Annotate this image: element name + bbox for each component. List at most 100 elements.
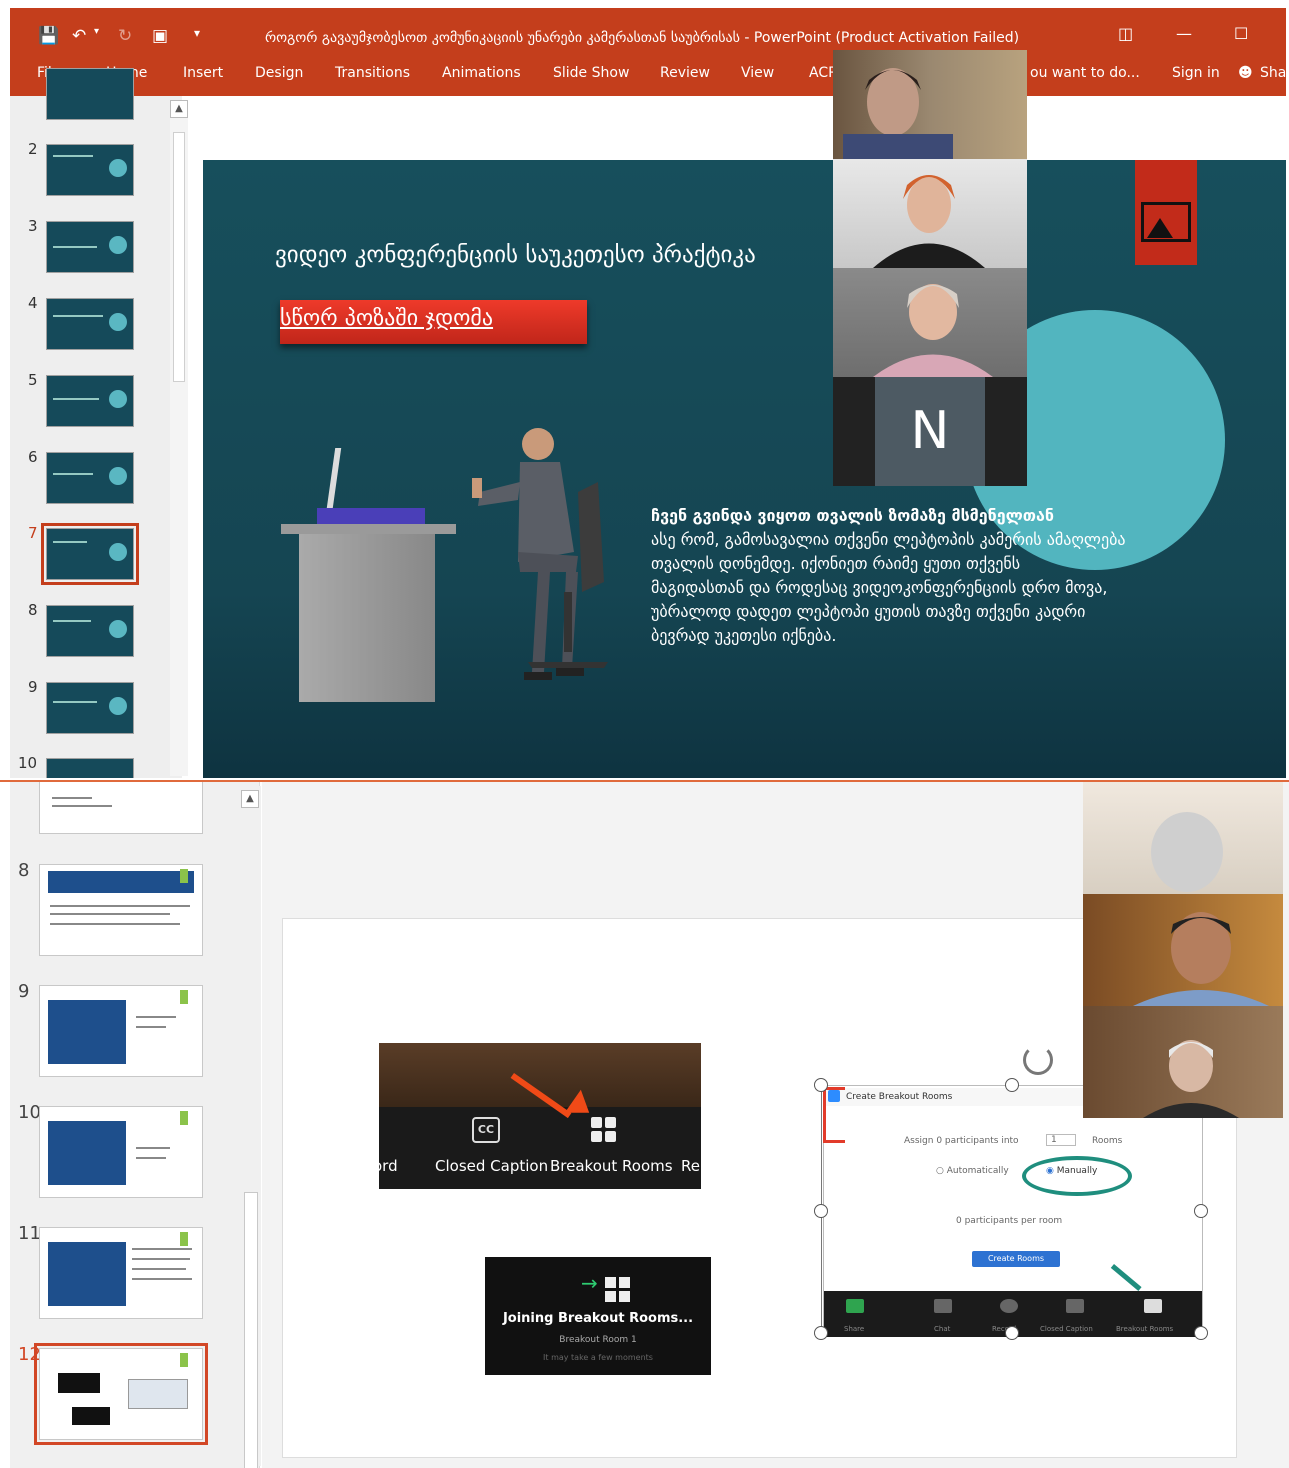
resize-handle[interactable] <box>814 1078 828 1092</box>
body-line: ასე რომ, გამოსავალია თქვენი ლეპტოპის კამ… <box>651 530 1126 549</box>
slide-thumbnail-5[interactable] <box>46 375 134 427</box>
slide-thumbnail-9[interactable] <box>46 682 134 734</box>
participant-video[interactable] <box>1083 1006 1283 1118</box>
toolbar-item: Chat <box>934 1325 951 1333</box>
desk-top <box>281 524 456 534</box>
sign-in-link[interactable]: Sign in <box>1172 65 1220 81</box>
rooms-label: Rooms <box>1092 1136 1123 1146</box>
participant-video[interactable] <box>833 50 1027 159</box>
thumbnail-scrollbar[interactable]: ▲ <box>241 786 261 1468</box>
tab-animations[interactable]: Animations <box>442 65 521 81</box>
toolbar-label: Re <box>681 1157 700 1175</box>
slide-number: 10 <box>18 1102 41 1123</box>
slide-thumbnail-11[interactable] <box>39 1227 203 1319</box>
tab-transitions[interactable]: Transitions <box>335 65 410 81</box>
share-icon <box>846 1299 864 1313</box>
desk-cabinet <box>299 534 435 702</box>
resize-handle[interactable] <box>1005 1326 1019 1340</box>
scrollbar-thumb[interactable] <box>244 1192 258 1468</box>
participant-video[interactable] <box>833 268 1027 377</box>
tell-me-box[interactable]: ou want to do... <box>1030 65 1140 81</box>
participant-avatar <box>873 175 985 268</box>
resize-handle[interactable] <box>1005 1078 1019 1092</box>
body-line: უბრალოდ დადეთ ლეპტოპი ყუთის თავზე თქვენი… <box>651 602 1086 621</box>
slide-number: 4 <box>28 294 38 312</box>
tab-slide-show[interactable]: Slide Show <box>553 65 629 81</box>
participant-avatar <box>873 284 993 377</box>
toolbar-label: ord <box>379 1157 398 1175</box>
slide-thumbnail-2[interactable] <box>46 144 134 196</box>
undo-icon[interactable]: ↶ <box>72 26 86 46</box>
resize-handle[interactable] <box>1194 1326 1208 1340</box>
save-icon[interactable]: 💾 <box>38 26 59 46</box>
tab-insert[interactable]: Insert <box>183 65 223 81</box>
minimize-icon[interactable]: — <box>1176 24 1192 43</box>
scrollbar-thumb[interactable] <box>173 132 185 382</box>
slide-thumbnail-8[interactable] <box>46 605 134 657</box>
title-bar: 💾 ↶ ▾ ↻ ▣ ▾ როგორ გავაუმჯობესოთ კომუნიკა… <box>10 8 1286 96</box>
slide-thumbnail-pane: 2 3 4 5 6 7 8 9 10 ▲ <box>10 68 188 778</box>
redo-icon[interactable]: ↻ <box>118 26 132 46</box>
chat-icon <box>934 1299 952 1313</box>
slide-thumbnail-3[interactable] <box>46 221 134 273</box>
slide-subtitle-banner: სწორ პოზაში ჯდომა <box>280 300 587 344</box>
slide-thumbnail-4[interactable] <box>46 298 134 350</box>
participant-avatar <box>1133 912 1269 1006</box>
maximize-icon[interactable]: ☐ <box>1234 24 1248 43</box>
resize-handle[interactable] <box>1194 1204 1208 1218</box>
slide-thumbnail-10[interactable] <box>46 758 134 778</box>
video-participants-bottom <box>1083 782 1283 1118</box>
slide-number-selected: 12 <box>18 1344 41 1365</box>
auto-label: Automatically <box>946 1166 1009 1176</box>
scroll-up-icon[interactable]: ▲ <box>241 790 259 808</box>
slide-thumbnail-6[interactable] <box>46 452 134 504</box>
participant-video-initial[interactable]: N <box>833 377 1027 486</box>
scroll-up-icon[interactable]: ▲ <box>170 100 188 118</box>
slide-number: 8 <box>18 860 30 881</box>
toolbar-item: Share <box>844 1325 865 1333</box>
thumbnail-scrollbar[interactable]: ▲ <box>170 100 188 776</box>
tab-view[interactable]: View <box>741 65 774 81</box>
joining-breakout-image[interactable]: → Joining Breakout Rooms... Breakout Roo… <box>485 1257 711 1375</box>
undo-dropdown-icon[interactable]: ▾ <box>94 26 99 37</box>
tab-review[interactable]: Review <box>660 65 710 81</box>
slide-thumbnail[interactable] <box>39 782 203 834</box>
ribbon-display-icon[interactable]: ◫ <box>1118 24 1133 43</box>
toolbar-label: Breakout Rooms <box>550 1157 673 1175</box>
tab-design[interactable]: Design <box>255 65 303 81</box>
slide-thumbnail-7[interactable] <box>41 523 139 585</box>
toolbar-label: Closed Caption <box>435 1157 549 1175</box>
slide-thumbnail[interactable] <box>46 68 134 120</box>
create-breakout-dialog-image[interactable]: Create Breakout Rooms Assign 0 participa… <box>823 1085 1203 1337</box>
participant-video[interactable] <box>1083 894 1283 1006</box>
slide-body-text: ჩვენ გვინდა ვიყოთ თვალის ზომაზე მსმენელთ… <box>651 504 1251 648</box>
slide-7-canvas[interactable]: ვიდეო კონფერენციის საუკეთესო პრაქტიკა სწ… <box>203 160 1286 778</box>
person-icon[interactable]: ☻ <box>1238 65 1253 81</box>
participant-initial: N <box>875 377 985 486</box>
slide-thumbnail-9[interactable] <box>39 985 203 1077</box>
customize-qat-icon[interactable]: ▾ <box>194 26 200 40</box>
slide-number: 2 <box>28 140 38 158</box>
slide-number: 9 <box>18 981 30 1002</box>
zoom-toolbar-image[interactable]: CC ord Closed Caption Breakout Rooms Re <box>379 1043 701 1189</box>
slide-thumbnail-12[interactable] <box>34 1343 208 1445</box>
slide-number: 10 <box>18 754 38 772</box>
record-icon <box>1000 1299 1018 1313</box>
body-line: თვალის დონემდე. იქონიეთ რაიმე ყუთი თქვენ… <box>651 554 1021 573</box>
body-line: ბევრად უკეთესი იქნება. <box>651 626 837 645</box>
resize-handle[interactable] <box>814 1204 828 1218</box>
video-participants-top: N <box>833 50 1027 487</box>
slide-number: 11 <box>18 1223 41 1244</box>
participant-video[interactable] <box>833 159 1027 268</box>
resize-handle[interactable] <box>814 1326 828 1340</box>
slide-thumbnail-10[interactable] <box>39 1106 203 1198</box>
participant-video[interactable] <box>1083 782 1283 894</box>
closed-caption-icon <box>1066 1299 1084 1313</box>
slide-number: 5 <box>28 371 38 389</box>
participant-avatar <box>1151 812 1223 892</box>
share-button[interactable]: Sha <box>1260 65 1286 81</box>
slide-thumbnail-8[interactable] <box>39 864 203 956</box>
start-from-beginning-icon[interactable]: ▣ <box>152 26 168 46</box>
rotate-handle-icon[interactable] <box>1023 1045 1053 1075</box>
join-title: Joining Breakout Rooms... <box>502 1311 694 1326</box>
